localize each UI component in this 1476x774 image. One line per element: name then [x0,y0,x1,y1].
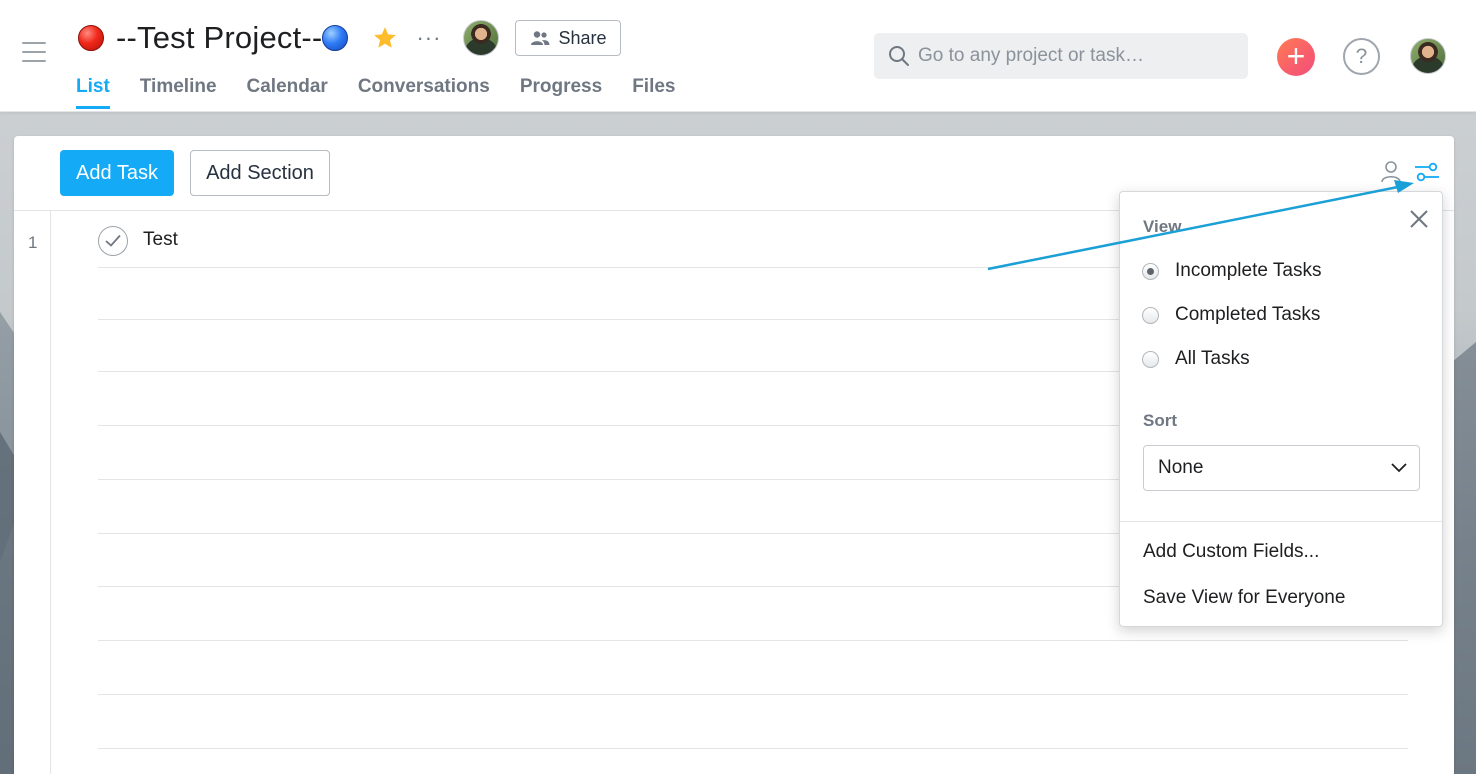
radio-button[interactable] [1142,306,1159,324]
star-icon[interactable] [372,25,398,51]
tab-calendar[interactable]: Calendar [247,76,328,109]
save-view-item[interactable]: Save View for Everyone [1143,587,1345,609]
row-number: 1 [28,233,38,252]
radio-label: Incomplete Tasks [1175,260,1322,281]
project-tabs: List Timeline Calendar Conversations Pro… [76,76,706,109]
view-heading: View [1143,217,1182,236]
tab-progress[interactable]: Progress [520,76,602,109]
share-people-icon [531,31,550,45]
top-header: --Test Project-- ··· Share List Timeline… [0,0,1476,112]
search-input[interactable] [918,45,1238,67]
plus-icon: + [1286,38,1306,74]
add-button[interactable]: + [1277,38,1315,76]
user-avatar[interactable] [1410,38,1446,74]
tab-list[interactable]: List [76,76,110,109]
project-title-row: --Test Project-- ··· Share [78,18,622,58]
sort-heading: Sort [1143,411,1177,430]
search-icon [889,46,909,66]
tab-timeline[interactable]: Timeline [140,76,217,109]
radio-completed-tasks[interactable]: Completed Tasks [1142,302,1320,328]
radio-label: Completed Tasks [1175,304,1321,325]
radio-button[interactable] [1142,262,1159,280]
close-icon[interactable] [1409,209,1429,229]
radio-incomplete-tasks[interactable]: Incomplete Tasks [1142,258,1321,284]
radio-all-tasks[interactable]: All Tasks [1142,346,1250,372]
task-name[interactable]: Test [143,229,178,251]
red-dot-icon [78,25,104,51]
more-icon[interactable]: ··· [416,27,441,49]
empty-row-divider [98,748,1408,749]
chevron-down-icon [1391,463,1407,473]
add-section-button[interactable]: Add Section [190,150,330,196]
row-number-gutter [14,211,51,774]
help-button[interactable]: ? [1343,38,1380,75]
empty-row-divider [98,640,1408,641]
sort-value: None [1158,457,1204,478]
view-options-popover: View Incomplete Tasks Completed Tasks Al… [1119,191,1443,627]
radio-label: All Tasks [1175,348,1250,369]
divider [1120,521,1442,522]
radio-button[interactable] [1142,350,1159,368]
sort-select[interactable]: None [1143,445,1420,491]
share-label: Share [558,27,607,48]
checkmark-icon[interactable] [98,226,128,256]
hamburger-icon[interactable] [22,42,46,62]
sliders-icon[interactable] [1414,162,1440,182]
share-button[interactable]: Share [515,20,622,56]
tab-conversations[interactable]: Conversations [358,76,490,109]
empty-row-divider [98,694,1408,695]
page-title[interactable]: --Test Project-- [116,20,322,56]
blue-dot-icon [322,25,349,51]
person-icon[interactable] [1380,160,1402,184]
search-bar[interactable] [874,33,1248,79]
tab-files[interactable]: Files [632,76,675,109]
help-icon: ? [1355,45,1368,68]
add-custom-fields-item[interactable]: Add Custom Fields... [1143,541,1319,563]
add-task-button[interactable]: Add Task [60,150,174,196]
avatar[interactable] [463,20,500,56]
